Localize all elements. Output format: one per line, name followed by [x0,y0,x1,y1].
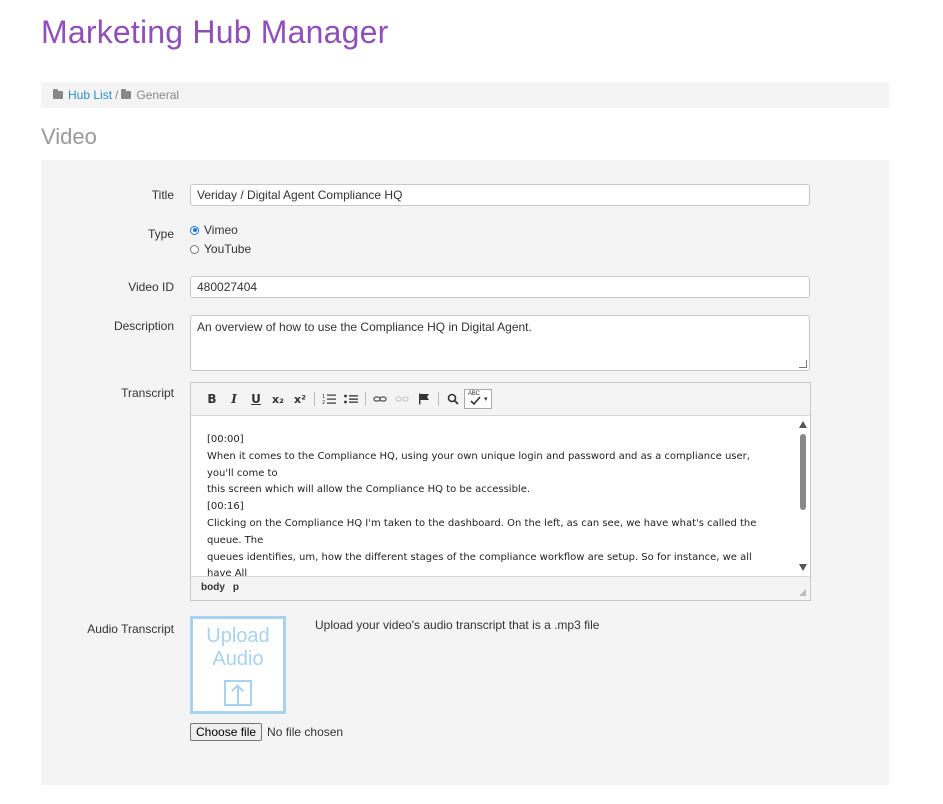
transcript-line: [00:16] [207,501,244,513]
type-option-vimeo[interactable]: Vimeo [190,223,238,237]
transcript-line: queues identifies, um, how the different… [207,551,752,576]
scroll-down-icon[interactable] [799,564,807,571]
vimeo-radio[interactable] [190,225,199,235]
file-status: No file chosen [267,725,344,739]
underline-button[interactable]: U [245,389,267,409]
flag-icon [419,393,429,405]
breadcrumb: Hub List / General [41,82,889,108]
editor-toolbar: B I U x₂ x² 12 ABC ▾ [191,383,810,416]
transcript-line: this screen which will allow the Complia… [207,484,531,496]
folder-icon [53,89,63,99]
file-input[interactable]: Choose file No file chosen [190,723,343,741]
transcript-label: Transcript [121,386,174,400]
app-title: Marketing Hub Manager [41,14,389,50]
title-input[interactable]: Veriday / Digital Agent Compliance HQ [190,184,810,206]
spellcheck-icon: ABC [468,391,482,406]
transcript-line: [00:00] [207,434,244,445]
youtube-radio[interactable] [190,244,199,254]
subscript-button[interactable]: x₂ [267,389,289,409]
choose-file-button[interactable]: Choose file [190,723,263,741]
upload-audio-text: Upload Audio [206,625,270,670]
audio-transcript-label: Audio Transcript [87,622,174,636]
anchor-button[interactable] [413,389,435,409]
type-label: Type [147,227,174,241]
path-body[interactable]: body [201,582,225,593]
numbered-list-button[interactable]: 12 [318,389,340,409]
description-text: An overview of how to use the Compliance… [197,320,532,334]
breadcrumb-separator: / [115,88,119,102]
type-option-youtube[interactable]: YouTube [190,242,251,256]
chevron-down-icon: ▾ [484,396,488,403]
breadcrumb-hub-list[interactable]: Hub List [68,82,112,108]
youtube-radio-label: YouTube [204,242,252,256]
bulleted-list-button[interactable] [340,389,362,409]
upload-hint: Upload your video's audio transcript tha… [315,618,600,632]
spellcheck-button[interactable]: ABC ▾ [464,389,492,409]
link-button[interactable] [369,389,391,409]
italic-button[interactable]: I [223,389,245,409]
title-label: Title [151,188,174,202]
transcript-editor: B I U x₂ x² 12 ABC ▾ [00:00] When it com… [190,382,811,601]
folder-icon [121,89,132,99]
transcript-line: When it comes to the Compliance HQ, usin… [207,450,750,479]
vimeo-radio-label: Vimeo [204,223,238,237]
path-p[interactable]: p [233,582,239,593]
svg-text:2: 2 [322,400,325,405]
search-icon [447,393,459,405]
link-icon [373,396,387,402]
toolbar-divider [438,392,439,406]
editor-path-bar: body p [191,576,810,600]
description-textarea[interactable]: An overview of how to use the Compliance… [190,315,810,371]
toolbar-divider [314,392,315,406]
description-label: Description [113,319,174,333]
resize-handle-icon[interactable] [799,589,806,596]
video-form-panel: Title Veriday / Digital Agent Compliance… [41,160,889,785]
breadcrumb-general: General [136,88,180,102]
editor-scrollbar[interactable] [796,416,810,576]
toolbar-divider [365,392,366,406]
video-id-input[interactable]: 480027404 [190,276,810,298]
upload-audio-button[interactable]: Upload Audio [190,616,286,714]
resize-handle-icon[interactable] [799,360,807,368]
bold-button[interactable]: B [201,389,223,409]
unlink-icon [395,396,409,402]
transcript-content[interactable]: [00:00] When it comes to the Compliance H… [191,416,795,576]
superscript-button[interactable]: x² [289,389,311,409]
transcript-line: Clicking on the Compliance HQ I'm taken … [207,517,757,546]
scroll-thumb[interactable] [800,434,806,510]
unlink-button[interactable] [391,389,413,409]
video-id-label: Video ID [128,280,174,294]
section-title: Video [41,124,97,149]
numbered-list-icon: 12 [322,394,336,405]
find-button[interactable] [442,389,464,409]
bulleted-list-icon [344,394,358,404]
scroll-up-icon[interactable] [799,421,807,428]
upload-icon [224,680,252,706]
